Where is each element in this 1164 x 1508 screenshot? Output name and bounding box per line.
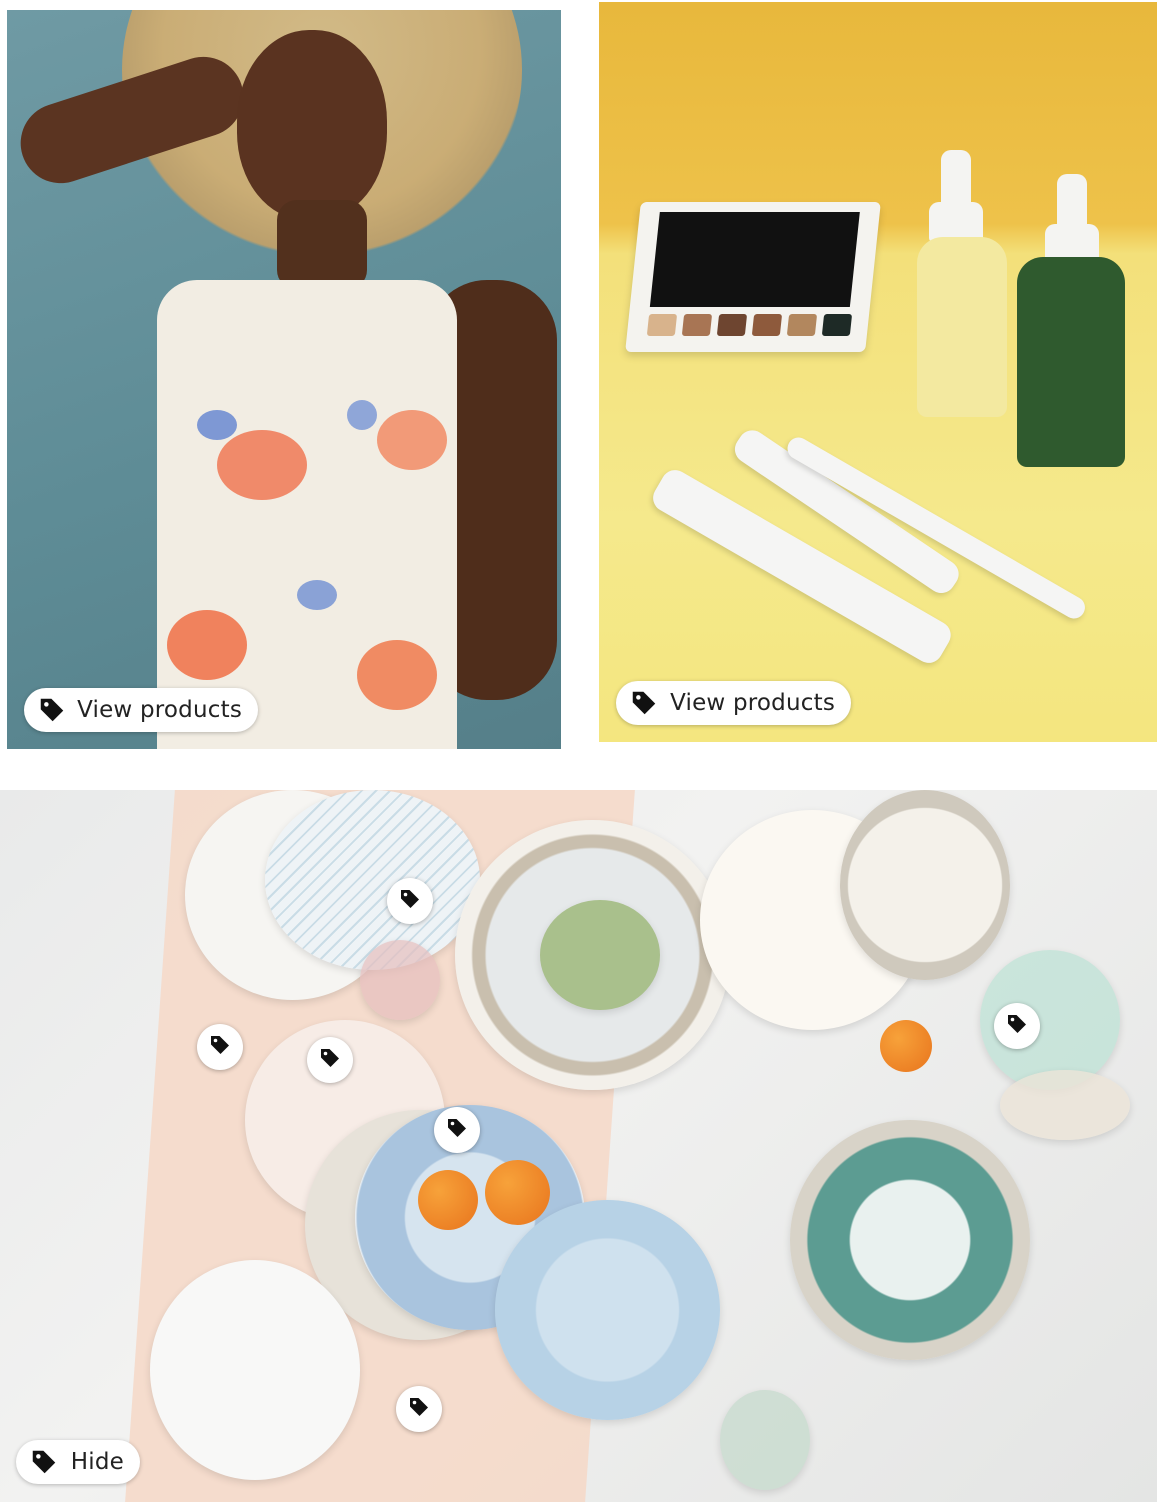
green-tumbler-shape bbox=[720, 1390, 810, 1490]
shadow-pan bbox=[681, 314, 713, 336]
artichoke-shape bbox=[540, 900, 660, 1010]
fashion-image-tile[interactable]: View products bbox=[7, 10, 561, 749]
shadow-pan bbox=[821, 314, 853, 336]
tag-icon bbox=[407, 1395, 431, 1423]
dropper-collar-shape bbox=[929, 202, 983, 242]
pink-glass-shape bbox=[360, 940, 440, 1020]
shadow-pan bbox=[716, 314, 748, 336]
dress-flower bbox=[357, 640, 437, 710]
beauty-image-tile[interactable]: View products bbox=[599, 2, 1157, 742]
dress-flower bbox=[167, 610, 247, 680]
watercolor-plate-shape bbox=[495, 1200, 720, 1420]
tag-icon bbox=[28, 1445, 61, 1479]
shadow-pan bbox=[751, 314, 783, 336]
product-hotspot[interactable] bbox=[197, 1024, 243, 1070]
tag-icon bbox=[208, 1033, 232, 1061]
tag-icon bbox=[318, 1046, 342, 1074]
tag-icon bbox=[628, 686, 660, 720]
glitter-glass-shape bbox=[1000, 1070, 1130, 1140]
model-neck-shape bbox=[277, 200, 367, 290]
shadow-pan bbox=[786, 314, 818, 336]
eyeshadow-palette-shape bbox=[625, 202, 881, 352]
product-hotspot[interactable] bbox=[396, 1386, 442, 1432]
dress-flower bbox=[197, 410, 237, 440]
view-products-button[interactable]: View products bbox=[616, 681, 851, 725]
product-hotspot[interactable] bbox=[307, 1037, 353, 1083]
product-hotspot[interactable] bbox=[434, 1107, 480, 1153]
view-products-label: View products bbox=[77, 697, 242, 723]
speckled-plate-shape bbox=[840, 790, 1010, 980]
tag-icon bbox=[36, 693, 67, 727]
tabletop-image-tile[interactable]: Hide bbox=[0, 790, 1157, 1502]
embossed-white-plate-shape bbox=[150, 1260, 360, 1480]
palette-mirror-shape bbox=[649, 212, 860, 307]
view-products-button[interactable]: View products bbox=[24, 688, 258, 732]
dress-flower bbox=[377, 410, 447, 470]
striped-plate-shape bbox=[265, 790, 480, 970]
tag-icon bbox=[445, 1116, 469, 1144]
dress-flower bbox=[217, 430, 307, 500]
hide-label: Hide bbox=[70, 1449, 124, 1475]
teal-marble-plate-shape bbox=[790, 1120, 1030, 1360]
shadow-pan bbox=[646, 314, 678, 336]
product-hotspot[interactable] bbox=[387, 878, 433, 924]
model-head-shape bbox=[237, 30, 387, 220]
green-serum-bottle-shape bbox=[1017, 257, 1125, 467]
dress-flower bbox=[347, 400, 377, 430]
face-nectar-bottle-shape bbox=[917, 237, 1007, 417]
dropper-cap-shape bbox=[941, 150, 971, 210]
mandarin-shape bbox=[880, 1020, 932, 1072]
tag-icon bbox=[1005, 1012, 1029, 1040]
hide-button[interactable]: Hide bbox=[16, 1440, 140, 1484]
mandarin-shape bbox=[418, 1170, 478, 1230]
dress-flower bbox=[297, 580, 337, 610]
tag-icon bbox=[398, 887, 422, 915]
product-hotspot[interactable] bbox=[994, 1003, 1040, 1049]
view-products-label: View products bbox=[670, 690, 835, 716]
mandarin-shape bbox=[485, 1160, 550, 1225]
floral-dress-shape bbox=[157, 280, 457, 749]
